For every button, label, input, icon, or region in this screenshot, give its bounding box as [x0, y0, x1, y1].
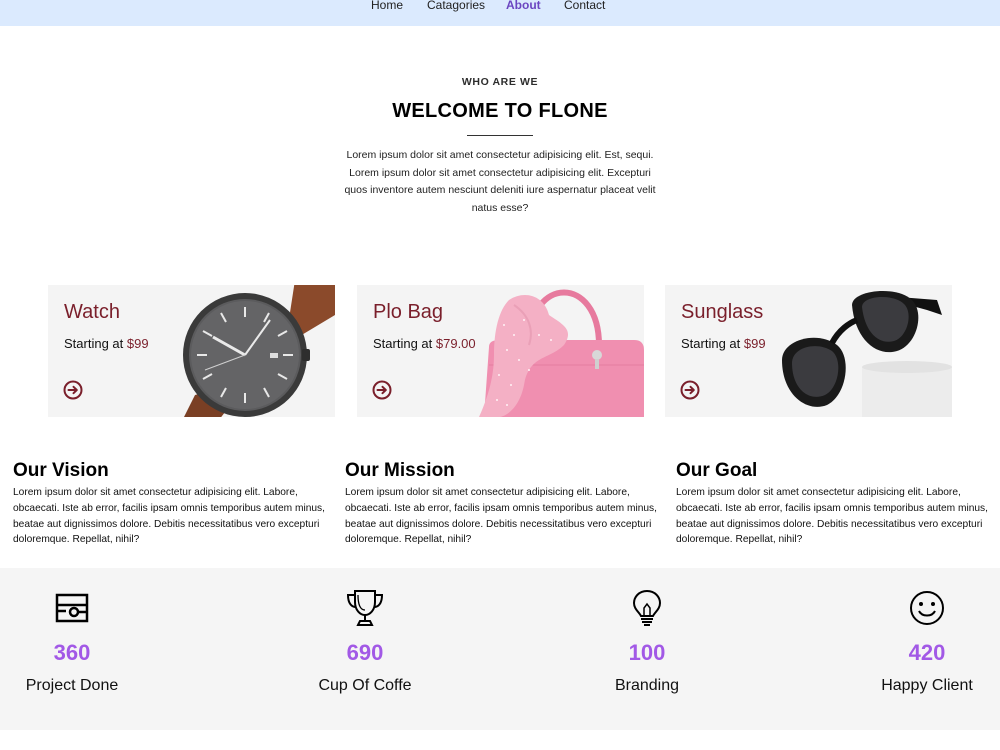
section-eyebrow: WHO ARE WE: [461, 76, 539, 88]
intro-paragraph: Lorem ipsum dolor sit amet consectetur a…: [344, 149, 656, 214]
vision-text: Lorem ipsum dolor sit amet consectetur a…: [13, 487, 325, 546]
arrow-circle-right-icon[interactable]: [63, 380, 83, 400]
stat-label: Cup Of Coffe: [318, 677, 412, 694]
price-prefix: Starting at: [681, 336, 744, 351]
goal-text: Lorem ipsum dolor sit amet consectetur a…: [676, 487, 988, 546]
card-title: Watch: [64, 301, 120, 323]
goal-block: Our Goal Lorem ipsum dolor sit amet cons…: [676, 459, 992, 548]
mission-heading: Our Mission: [345, 460, 455, 481]
card-title: Sunglass: [681, 301, 764, 323]
goal-heading: Our Goal: [676, 460, 758, 481]
bag-image: [479, 289, 644, 417]
watch-image: [183, 285, 335, 417]
price-prefix: Starting at: [64, 336, 127, 351]
stat-number: 360: [53, 640, 91, 665]
stat-project-done: 360 Project Done: [0, 568, 172, 730]
card-price: Starting at $79.00: [373, 336, 476, 351]
stat-label: Happy Client: [881, 677, 973, 694]
price-prefix: Starting at: [373, 336, 436, 351]
project-icon: [55, 593, 89, 623]
nav-categories-link[interactable]: Catagories: [427, 0, 485, 13]
stat-cup-of-coffe: 690 Cup Of Coffe: [265, 568, 465, 730]
mission-text: Lorem ipsum dolor sit amet consectetur a…: [345, 487, 657, 546]
stat-number: 420: [908, 640, 946, 665]
card-price: Starting at $99: [64, 336, 149, 351]
vision-heading: Our Vision: [13, 460, 109, 481]
nav-contact-link[interactable]: Contact: [564, 0, 605, 13]
arrow-circle-right-icon[interactable]: [680, 380, 700, 400]
stat-number: 100: [628, 640, 666, 665]
trophy-icon: [346, 590, 384, 626]
product-card-sunglass[interactable]: Sunglass Starting at $99: [665, 285, 952, 417]
stat-branding: 100 Branding: [547, 568, 747, 730]
nav-home-link[interactable]: Home: [371, 0, 403, 13]
mission-block: Our Mission Lorem ipsum dolor sit amet c…: [345, 459, 661, 548]
sunglass-image: [782, 290, 952, 417]
price-amount: $99: [743, 336, 766, 351]
vision-block: Our Vision Lorem ipsum dolor sit amet co…: [13, 459, 329, 548]
price-amount: $79.00: [435, 336, 476, 351]
smiley-icon: [910, 591, 944, 625]
price-amount: $99: [126, 336, 149, 351]
page-title: WELCOME TO FLONE: [392, 100, 608, 122]
stat-label: Branding: [614, 677, 680, 694]
title-divider: [467, 135, 533, 136]
stat-number: 690: [346, 640, 384, 665]
product-card-bag[interactable]: Plo Bag Starting at $79.00: [357, 285, 644, 417]
product-card-watch[interactable]: Watch Starting at $99: [48, 285, 335, 417]
lightbulb-icon: [632, 589, 662, 626]
nav-about-link[interactable]: About: [506, 0, 541, 13]
stat-label: Project Done: [25, 677, 119, 694]
arrow-circle-right-icon[interactable]: [372, 380, 392, 400]
stats-section: 360 Project Done 690 Cup Of Coffe 100 Br…: [0, 568, 1000, 730]
top-nav: Home Catagories About Contact: [0, 0, 1000, 26]
card-title: Plo Bag: [373, 301, 444, 323]
card-price: Starting at $99: [681, 336, 766, 351]
stat-happy-client: 420 Happy Client: [827, 568, 1000, 730]
